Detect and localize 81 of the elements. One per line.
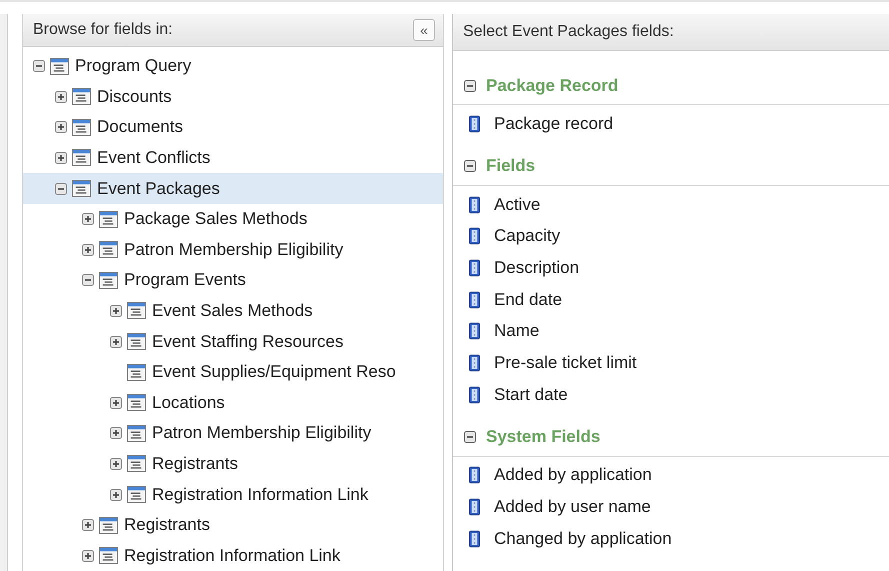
expand-icon[interactable] <box>82 244 94 256</box>
table-icon <box>99 547 118 564</box>
collapse-icon[interactable] <box>55 182 67 195</box>
tree-item[interactable]: Program Events <box>23 265 443 296</box>
table-icon <box>50 58 69 75</box>
expand-icon[interactable] <box>110 396 122 409</box>
field-item[interactable]: Start date <box>453 378 889 410</box>
tree-item[interactable]: Event Conflicts <box>23 142 443 174</box>
table-icon <box>99 516 118 534</box>
tree-item[interactable]: Program Query <box>23 50 443 82</box>
section-title: Fields <box>486 156 536 176</box>
tree-item[interactable]: Registrants <box>23 510 443 540</box>
table-icon <box>127 455 146 472</box>
section-title: Package Record <box>486 76 618 96</box>
field-item[interactable]: Changed by application <box>453 522 889 555</box>
field-item[interactable]: End date <box>453 284 889 316</box>
expand-icon[interactable] <box>110 304 122 317</box>
field-icon <box>469 196 480 214</box>
field-item[interactable]: Active <box>453 188 889 220</box>
tree-item[interactable]: Event Sales Methods <box>23 296 443 326</box>
field-item[interactable]: Pre-sale ticket limit <box>453 347 889 379</box>
field-icon <box>469 386 480 404</box>
collapse-panel-button[interactable]: « <box>413 18 435 41</box>
table-icon <box>72 180 91 198</box>
table-icon <box>72 88 91 106</box>
tree-item[interactable]: Registrants <box>23 448 443 480</box>
expand-icon[interactable] <box>110 488 122 501</box>
table-icon <box>127 394 146 412</box>
tree-item[interactable]: Documents <box>23 112 443 143</box>
tree-item[interactable]: Locations <box>23 387 443 418</box>
table-icon <box>127 486 146 504</box>
field-icon <box>469 227 480 246</box>
field-item[interactable]: Added by user name <box>453 491 889 523</box>
tree-item[interactable]: Event Staffing Resources <box>23 326 443 357</box>
expand-icon[interactable] <box>110 336 122 348</box>
table-icon <box>99 210 118 228</box>
table-icon <box>72 149 91 166</box>
tree-item[interactable]: Event Packages <box>23 173 443 204</box>
field-item[interactable]: Package record <box>453 108 889 140</box>
field-icon <box>469 114 480 133</box>
table-icon <box>127 302 146 320</box>
field-icon <box>469 290 480 309</box>
expand-icon[interactable] <box>110 427 122 440</box>
field-item[interactable]: Name <box>453 315 889 348</box>
tree-item[interactable]: Registration Information Link <box>23 540 443 571</box>
expand-icon[interactable] <box>82 519 94 532</box>
field-item[interactable]: Description <box>453 252 889 284</box>
expand-icon[interactable] <box>55 90 67 103</box>
field-item[interactable]: Capacity <box>453 220 889 252</box>
table-icon <box>127 424 146 442</box>
tree-item[interactable]: Registration Information Link <box>23 479 443 510</box>
collapse-icon[interactable] <box>464 160 476 172</box>
tree-item[interactable]: Patron Membership Eligibility <box>23 234 443 266</box>
collapse-icon[interactable] <box>33 60 45 72</box>
tree-item[interactable]: Patron Membership Eligibility <box>23 418 443 449</box>
collapse-icon[interactable] <box>82 274 94 286</box>
table-icon <box>99 272 118 289</box>
collapse-icon[interactable] <box>464 80 476 92</box>
field-icon <box>469 322 480 340</box>
field-icon <box>469 498 480 516</box>
expand-icon[interactable] <box>82 213 94 226</box>
tree-item[interactable]: Event Supplies/Equipment Reso <box>23 356 443 388</box>
panel-title: Browse for fields in: <box>33 20 173 39</box>
field-icon <box>469 354 480 372</box>
table-icon <box>127 364 146 381</box>
tree-item[interactable]: Package Sales Methods <box>23 204 443 234</box>
field-icon <box>469 530 480 548</box>
field-icon <box>469 258 480 277</box>
expand-icon[interactable] <box>110 458 122 470</box>
table-icon <box>127 333 146 350</box>
table-icon <box>99 241 118 258</box>
expand-icon[interactable] <box>55 121 67 134</box>
table-icon <box>72 118 91 136</box>
collapse-icon[interactable] <box>464 431 476 443</box>
expand-icon[interactable] <box>82 550 94 562</box>
field-icon <box>469 466 480 484</box>
field-item[interactable]: Added by application <box>453 460 889 492</box>
section-title: System Fields <box>486 427 600 447</box>
panel-title: Select Event Packages fields: <box>463 23 674 41</box>
tree-item[interactable]: Discounts <box>23 82 443 112</box>
expand-icon[interactable] <box>55 152 67 164</box>
